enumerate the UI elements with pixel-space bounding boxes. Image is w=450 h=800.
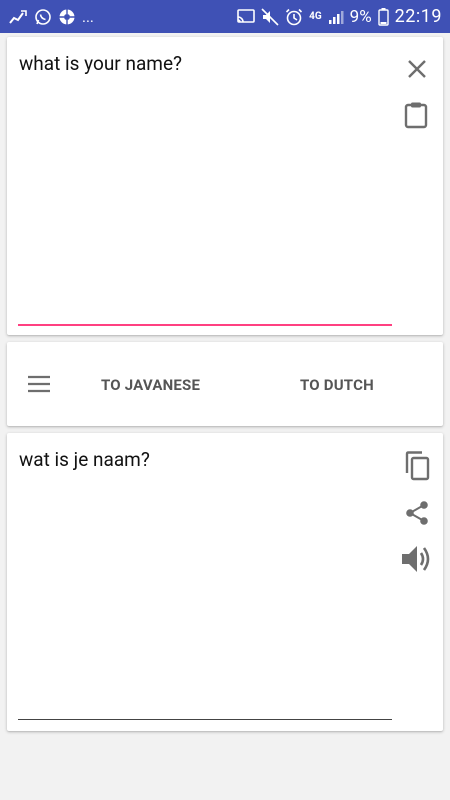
to-javanese-button[interactable]: TO JAVANESE	[101, 370, 200, 400]
mute-icon	[261, 7, 279, 26]
copy-icon	[404, 451, 430, 481]
share-icon	[404, 500, 430, 526]
status-bar: ... 4G 9% 22:19	[0, 0, 450, 33]
close-icon	[407, 59, 427, 79]
to-dutch-button[interactable]: TO DUTCH	[300, 370, 374, 400]
copy-button[interactable]	[399, 448, 435, 484]
battery-percentage: 9%	[349, 6, 372, 27]
more-notifications-indicator: ...	[82, 7, 94, 26]
usb-tether-icon	[8, 9, 28, 25]
paste-button[interactable]	[398, 97, 434, 133]
aperture-icon	[58, 8, 76, 26]
battery-icon	[377, 7, 389, 26]
whatsapp-icon	[34, 8, 52, 26]
result-text-underline	[18, 719, 392, 720]
menu-icon	[27, 375, 51, 393]
source-input-underline	[18, 324, 392, 326]
result-text-card: wat is je naam?	[7, 433, 443, 731]
network-4g-icon: 4G	[309, 10, 322, 22]
cast-icon	[237, 8, 255, 25]
alarm-icon	[285, 8, 303, 26]
clipboard-icon	[404, 101, 428, 129]
speaker-icon	[401, 544, 433, 574]
source-text-input[interactable]: what is your name?	[19, 52, 379, 76]
clear-button[interactable]	[399, 51, 435, 87]
language-toolbar: TO JAVANESE TO DUTCH	[7, 342, 443, 426]
signal-icon	[328, 9, 344, 25]
status-bar-left: ...	[8, 8, 94, 26]
source-text-card: what is your name?	[7, 37, 443, 335]
clock: 22:19	[394, 6, 442, 27]
status-bar-right: 4G 9% 22:19	[237, 6, 442, 27]
menu-button[interactable]	[21, 366, 57, 402]
speak-button[interactable]	[399, 541, 435, 577]
translated-text: wat is je naam?	[19, 448, 150, 471]
share-button[interactable]	[399, 495, 435, 531]
